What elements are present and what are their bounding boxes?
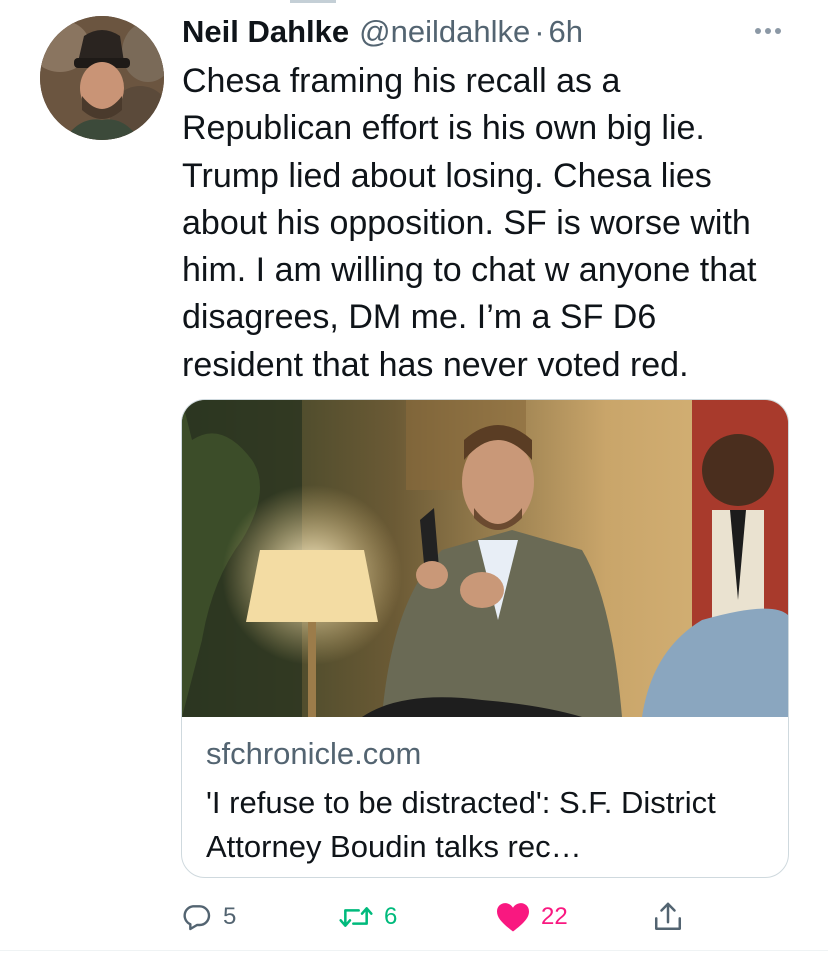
card-image (182, 400, 788, 717)
timestamp[interactable]: 6h (549, 14, 583, 50)
reply-count: 5 (223, 903, 237, 930)
like-count: 22 (541, 903, 568, 930)
like-button[interactable]: 22 (495, 896, 568, 938)
author-name[interactable]: Neil Dahlke (182, 14, 349, 50)
top-divider (290, 0, 336, 3)
tweet-text: Chesa framing his recall as a Republican… (182, 62, 757, 384)
retweet-icon (339, 907, 373, 927)
heart-filled-icon (497, 903, 529, 932)
bottom-divider (0, 950, 828, 951)
more-icon (755, 28, 781, 34)
retweet-button[interactable]: 6 (338, 896, 397, 938)
more-button[interactable] (748, 16, 788, 46)
reply-button[interactable]: 5 (181, 896, 236, 938)
card-domain: sfchronicle.com (206, 736, 422, 771)
action-bar: 5 6 22 (0, 896, 828, 938)
header-separator: · (534, 14, 545, 49)
avatar-photo (40, 16, 164, 140)
tweet-header: Neil Dahlke @neildahlke · 6h (182, 14, 583, 54)
card-title: 'I refuse to be distracted': S.F. Distri… (206, 785, 716, 864)
share-icon (654, 902, 682, 931)
reply-icon (183, 905, 211, 931)
link-card[interactable]: sfchronicle.com 'I refuse to be distract… (181, 399, 789, 878)
author-handle[interactable]: @neildahlke (359, 14, 530, 50)
avatar[interactable] (40, 16, 164, 140)
retweet-count: 6 (384, 903, 398, 930)
share-button[interactable] (652, 896, 684, 938)
